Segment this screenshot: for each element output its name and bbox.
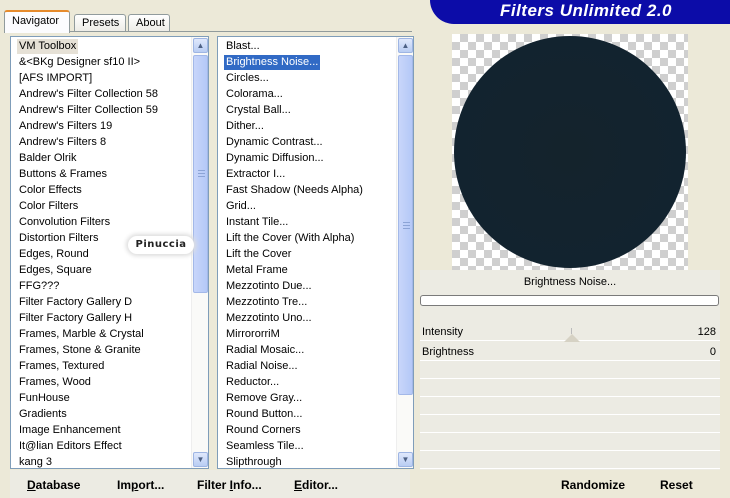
pinuccia-watermark-logo: Pinuccia (128, 236, 194, 254)
list-item[interactable]: Frames, Textured (17, 359, 106, 374)
param-row-empty (420, 380, 720, 397)
param-value: 128 (697, 326, 716, 338)
scroll-up-arrow-icon[interactable]: ▲ (193, 38, 208, 53)
list-item[interactable]: Frames, Marble & Crystal (17, 327, 146, 342)
tab-navigator[interactable]: Navigator (4, 10, 70, 33)
list-item[interactable]: Frames, Wood (17, 375, 93, 390)
param-label: Intensity (422, 326, 463, 338)
list-item[interactable]: Filter Factory Gallery H (17, 311, 134, 326)
category-scrollbar[interactable]: ▲ ▼ (191, 37, 208, 468)
scrollbar-thumb[interactable] (193, 55, 208, 293)
slider-thumb-icon[interactable] (564, 334, 580, 342)
list-item[interactable]: VM Toolbox (17, 39, 79, 54)
list-item[interactable]: Color Filters (17, 199, 80, 214)
list-item[interactable]: Filter Factory Gallery D (17, 295, 134, 310)
tab-about[interactable]: About (128, 14, 170, 32)
list-item[interactable]: Andrew's Filter Collection 58 (17, 87, 160, 102)
list-item[interactable]: Dither... (224, 119, 266, 134)
tab-navigator-label: Navigator (12, 15, 60, 27)
list-item[interactable]: Mezzotinto Uno... (224, 311, 314, 326)
list-item[interactable]: Dynamic Diffusion... (224, 151, 326, 166)
preview-image (454, 36, 686, 268)
tab-presets[interactable]: Presets (74, 14, 126, 32)
list-item[interactable]: Blast... (224, 39, 262, 54)
filter-info-button[interactable]: Filter Info... (197, 477, 262, 493)
filter-list[interactable]: ▲ ▼ Blast... Brightness Noise... Circles..… (217, 36, 414, 469)
app-banner: Filters Unlimited 2.0 (430, 0, 730, 24)
editor-button[interactable]: Editor... (294, 477, 338, 493)
list-item[interactable]: Color Effects (17, 183, 84, 198)
list-item[interactable]: Circles... (224, 71, 271, 86)
param-row-empty (420, 434, 720, 451)
list-item[interactable]: Crystal Ball... (224, 103, 293, 118)
list-item[interactable]: Distortion Filters (17, 231, 100, 246)
database-button[interactable]: Database (27, 477, 80, 493)
scroll-down-arrow-icon[interactable]: ▼ (193, 452, 208, 467)
reset-button[interactable]: Reset (660, 477, 693, 493)
param-row-empty (420, 416, 720, 433)
import-button[interactable]: Import... (117, 477, 164, 493)
list-item[interactable]: Lift the Cover (224, 247, 293, 262)
param-row-empty (420, 362, 720, 379)
list-item[interactable]: Instant Tile... (224, 215, 290, 230)
list-item[interactable]: Radial Mosaic... (224, 343, 306, 358)
parameter-list: Intensity 128 Brightness 0 (420, 324, 720, 470)
param-row-brightness[interactable]: Brightness 0 (420, 344, 720, 361)
list-item[interactable]: Metal Frame (224, 263, 290, 278)
list-item[interactable]: Lift the Cover (With Alpha) (224, 231, 356, 246)
list-item[interactable]: Edges, Square (17, 263, 94, 278)
param-label: Brightness (422, 346, 474, 358)
scroll-down-arrow-icon[interactable]: ▼ (398, 452, 413, 467)
list-item[interactable]: FunHouse (17, 391, 72, 406)
list-item[interactable]: Buttons & Frames (17, 167, 109, 182)
list-item[interactable]: Gradients (17, 407, 69, 422)
list-item[interactable]: Brightness Noise... (224, 55, 321, 70)
filter-scrollbar[interactable]: ▲ ▼ (396, 37, 413, 468)
list-item[interactable]: Convolution Filters (17, 215, 112, 230)
list-item[interactable]: Mezzotinto Tre... (224, 295, 309, 310)
list-item[interactable]: Remove Gray... (224, 391, 304, 406)
list-item[interactable]: Seamless Tile... (224, 439, 306, 454)
list-item[interactable]: Dynamic Contrast... (224, 135, 325, 150)
app-title: Filters Unlimited 2.0 (499, 1, 673, 20)
list-item[interactable]: Andrew's Filter Collection 59 (17, 103, 160, 118)
list-item[interactable]: &<BKg Designer sf10 II> (17, 55, 142, 70)
tab-about-label: About (136, 17, 165, 29)
progress-bar (420, 295, 719, 306)
list-item[interactable]: Round Button... (224, 407, 304, 422)
current-filter-name: Brightness Noise... (523, 276, 617, 288)
list-item[interactable]: Andrew's Filters 19 (17, 119, 114, 134)
list-item[interactable]: Round Corners (224, 423, 303, 438)
list-item[interactable]: MirrororriM (224, 327, 282, 342)
list-item[interactable]: Extractor I... (224, 167, 287, 182)
list-item[interactable]: Image Enhancement (17, 423, 123, 438)
list-item[interactable]: Edges, Round (17, 247, 91, 262)
list-item[interactable]: Reductor... (224, 375, 281, 390)
param-row-empty (420, 452, 720, 469)
list-item[interactable]: Grid... (224, 199, 258, 214)
list-item[interactable]: Balder Olrik (17, 151, 78, 166)
list-item[interactable]: It@lian Editors Effect (17, 439, 124, 454)
list-item[interactable]: [AFS IMPORT] (17, 71, 94, 86)
param-row-empty (420, 398, 720, 415)
list-item[interactable]: FFG??? (17, 279, 61, 294)
list-item[interactable]: Radial Noise... (224, 359, 300, 374)
param-value: 0 (709, 346, 716, 358)
preview-area (420, 34, 720, 270)
list-item[interactable]: Fast Shadow (Needs Alpha) (224, 183, 365, 198)
scroll-up-arrow-icon[interactable]: ▲ (398, 38, 413, 53)
list-item[interactable]: Slipthrough (224, 455, 284, 468)
list-item[interactable]: kang 3 (17, 455, 54, 468)
list-item[interactable]: Mezzotinto Due... (224, 279, 314, 294)
randomize-button[interactable]: Randomize (561, 477, 625, 493)
list-item[interactable]: Colorama... (224, 87, 285, 102)
list-item[interactable]: Andrew's Filters 8 (17, 135, 108, 150)
list-item[interactable]: Frames, Stone & Granite (17, 343, 143, 358)
param-row-intensity[interactable]: Intensity 128 (420, 324, 720, 342)
tab-presets-label: Presets (82, 17, 120, 29)
scrollbar-thumb[interactable] (398, 55, 413, 395)
